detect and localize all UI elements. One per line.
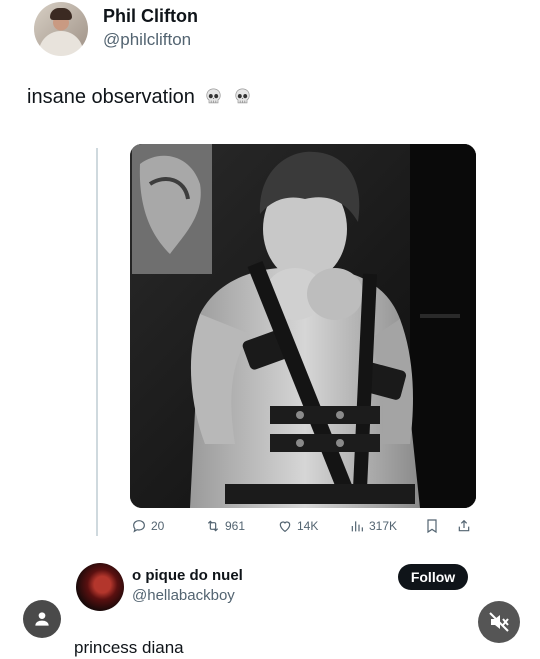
views-icon [351, 521, 363, 532]
bookmark-icon [427, 519, 437, 534]
author-handle[interactable]: @philclifton [103, 30, 191, 50]
person-icon [35, 612, 49, 626]
reply-author-name[interactable]: o pique do nuel [132, 567, 243, 584]
reply-icon [133, 520, 145, 533]
bookmark-action[interactable] [424, 516, 440, 536]
share-action[interactable] [456, 516, 472, 536]
user-icon[interactable] [23, 600, 61, 638]
reply-author-handle[interactable]: @hellabackboy [132, 587, 235, 604]
views-action[interactable]: 317K [349, 516, 397, 536]
mute-button[interactable] [478, 601, 520, 643]
share-icon [458, 519, 470, 532]
views-count: 317K [369, 519, 398, 533]
post-photo[interactable] [130, 144, 476, 508]
heart-icon [279, 521, 291, 533]
reply-action[interactable]: 20 [131, 516, 164, 536]
speaker-muted-icon [489, 612, 509, 632]
photo-illustration [130, 144, 476, 508]
like-action[interactable]: 14K [277, 516, 318, 536]
tweet-text-content: insane observation [27, 86, 195, 108]
author-name[interactable]: Phil Clifton [103, 6, 198, 27]
repost-count: 961 [225, 519, 246, 533]
skull-icon [233, 88, 252, 106]
follow-button[interactable]: Follow [398, 564, 468, 590]
author-avatar[interactable] [34, 2, 88, 56]
reply-author-avatar[interactable] [76, 563, 124, 611]
thread-line [96, 148, 98, 536]
skull-icon [204, 88, 223, 106]
like-count: 14K [297, 519, 319, 533]
repost-action[interactable]: 961 [205, 516, 245, 536]
reply-count: 20 [151, 519, 165, 533]
action-bar: 20 961 14K 317K [131, 516, 475, 536]
reply-text: princess diana [74, 638, 184, 657]
tweet-text: insane observation [27, 86, 252, 109]
repost-icon [207, 520, 219, 532]
